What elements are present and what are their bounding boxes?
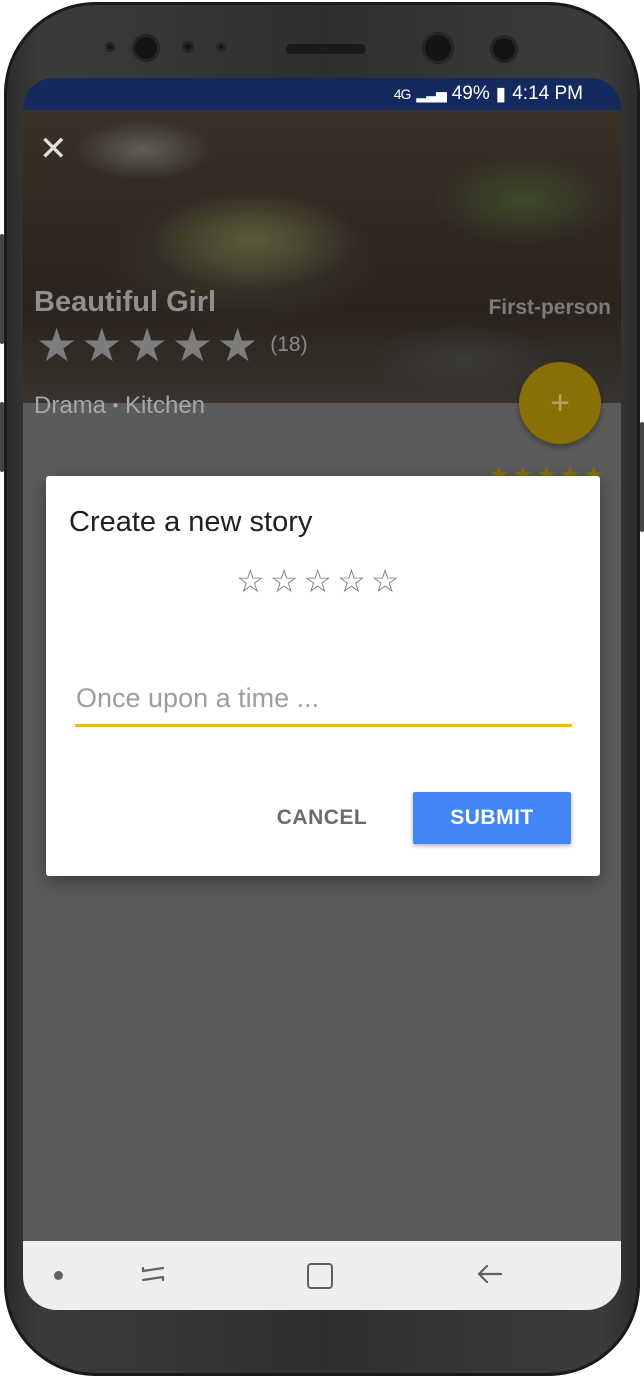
- screen: 4G ▂▃▅ 49% ▮ 4:14 PM ✕ Beautiful Girl Fi…: [23, 78, 621, 1310]
- front-camera-icon: [132, 34, 160, 62]
- sensor-dot-icon: [105, 42, 115, 52]
- network-4g-icon: 4G: [393, 86, 412, 102]
- earpiece-speaker: [286, 44, 366, 54]
- submit-button[interactable]: SUBMIT: [413, 792, 571, 844]
- star-outline-icon[interactable]: ☆: [236, 564, 265, 598]
- iris-sensor-icon: [490, 35, 518, 63]
- star-outline-icon[interactable]: ☆: [303, 564, 332, 598]
- perspective-label: First-person: [488, 296, 611, 319]
- dot-icon[interactable]: [54, 1271, 63, 1280]
- recent-apps-icon[interactable]: [139, 1259, 169, 1289]
- clock: 4:14 PM: [512, 83, 583, 104]
- battery-percent: 49%: [451, 83, 490, 104]
- power-button: [640, 422, 644, 532]
- star-icon: ★: [126, 319, 168, 371]
- hero-image: ✕ Beautiful Girl First-person ★ ★ ★ ★ ★ …: [23, 110, 621, 419]
- sensor-dot-icon: [216, 42, 226, 52]
- navigation-bar: [23, 1241, 621, 1310]
- close-icon[interactable]: ✕: [39, 132, 68, 166]
- location-label: Kitchen: [124, 392, 206, 419]
- cancel-button[interactable]: CANCEL: [260, 792, 384, 844]
- star-outline-icon[interactable]: ☆: [337, 564, 366, 598]
- hero-rating: ★ ★ ★ ★ ★ (18): [36, 322, 308, 368]
- back-icon[interactable]: [475, 1259, 505, 1289]
- sensor-dot-icon: [182, 41, 194, 53]
- create-story-dialog: Create a new story ☆ ☆ ☆ ☆ ☆ CANCEL SUBM…: [46, 476, 600, 876]
- separator: •: [112, 397, 119, 415]
- star-icon: ★: [217, 319, 259, 371]
- story-text-input[interactable]: [75, 672, 572, 727]
- genre-label: Drama: [34, 392, 107, 419]
- home-icon[interactable]: [307, 1263, 333, 1289]
- dialog-title: Create a new story: [69, 506, 313, 538]
- bixby-button: [0, 402, 4, 472]
- star-outline-icon[interactable]: ☆: [270, 564, 299, 598]
- signal-icon: ▂▃▅: [416, 85, 446, 102]
- plus-icon: +: [550, 383, 570, 422]
- star-outline-icon[interactable]: ☆: [371, 564, 400, 598]
- rating-count: (18): [270, 333, 308, 356]
- add-fab-button[interactable]: +: [519, 362, 601, 444]
- rating-input[interactable]: ☆ ☆ ☆ ☆ ☆: [236, 564, 399, 598]
- status-bar: 4G ▂▃▅ 49% ▮ 4:14 PM: [23, 78, 621, 110]
- star-icon: ★: [81, 319, 123, 371]
- genre-line: Drama • Kitchen: [34, 392, 205, 420]
- story-title: Beautiful Girl: [34, 286, 217, 318]
- battery-icon: ▮: [495, 83, 507, 105]
- iris-camera-icon: [422, 32, 454, 64]
- star-icon: ★: [171, 319, 213, 371]
- volume-button: [0, 234, 4, 344]
- phone-frame: 4G ▂▃▅ 49% ▮ 4:14 PM ✕ Beautiful Girl Fi…: [0, 2, 644, 1376]
- star-icon: ★: [36, 319, 78, 371]
